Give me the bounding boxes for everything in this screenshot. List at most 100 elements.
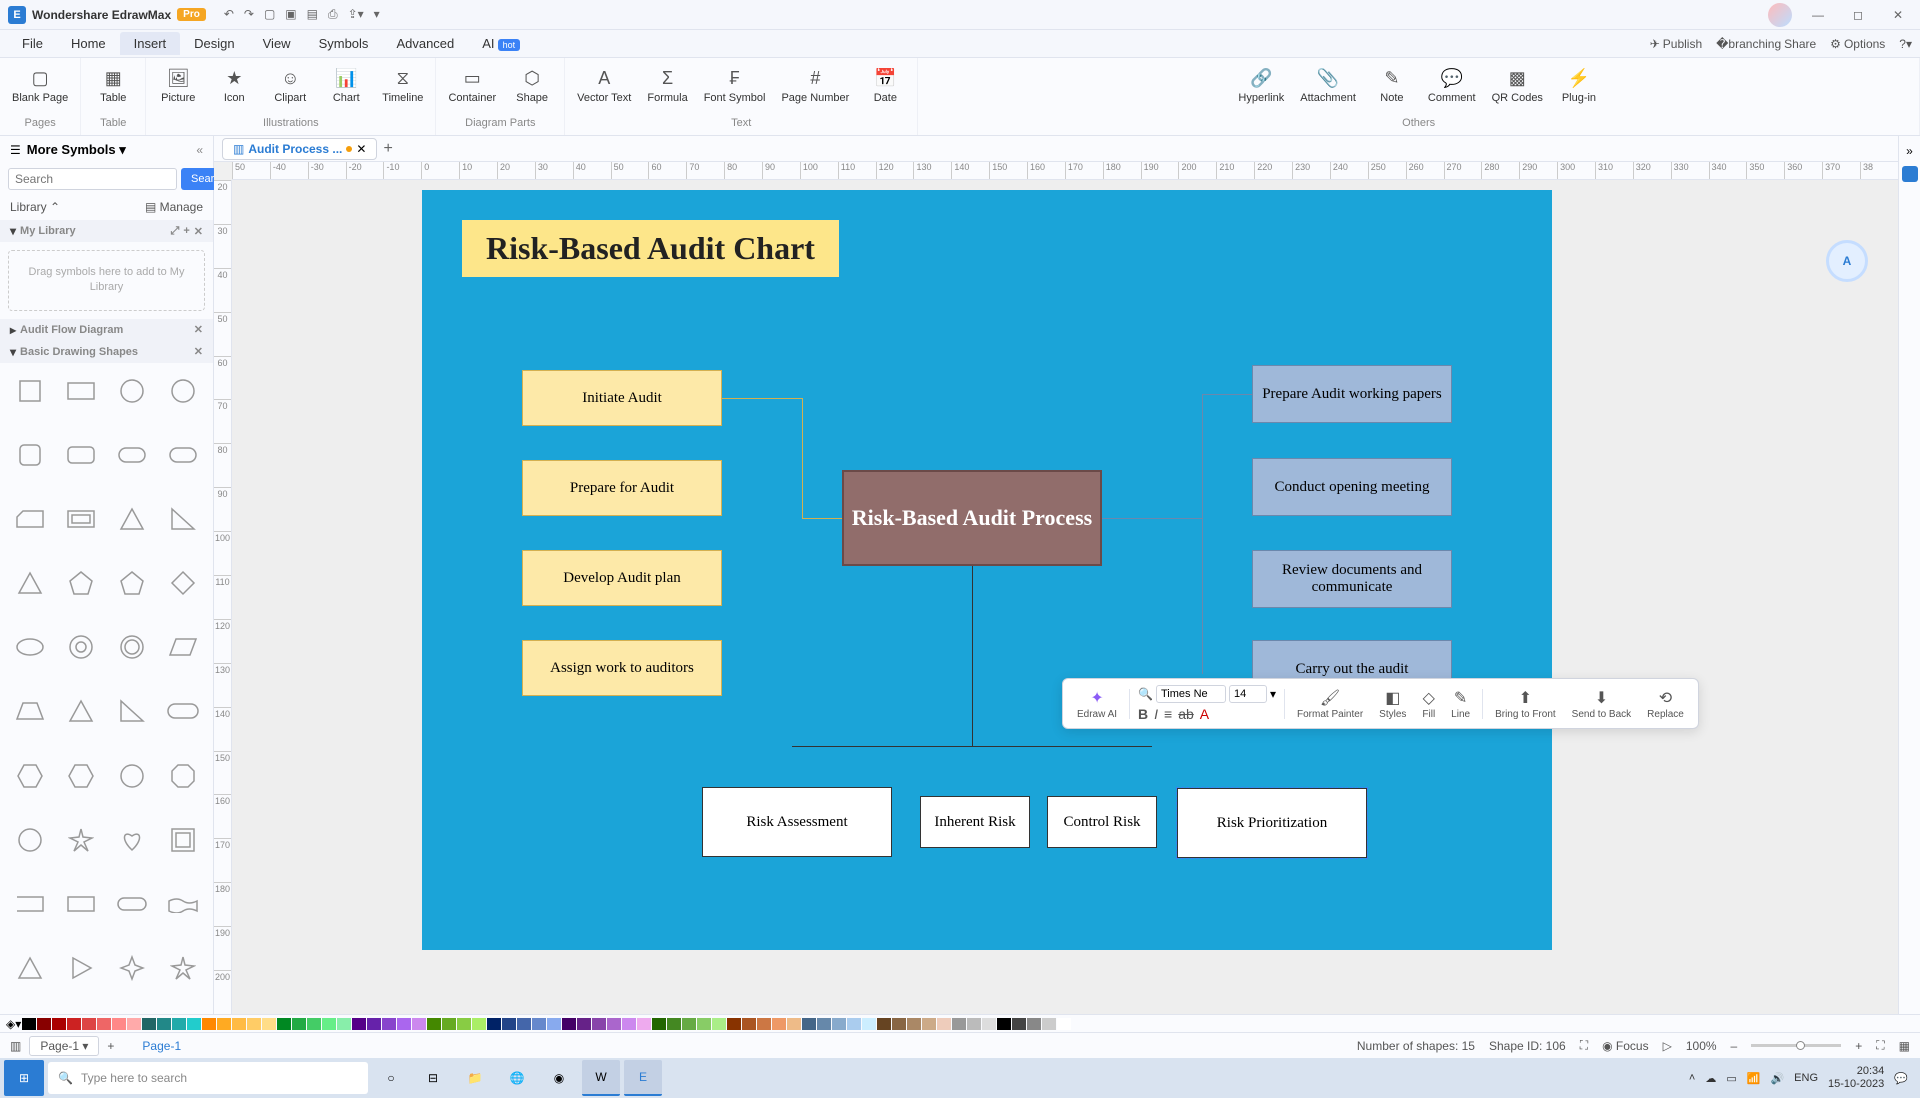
box-inherent[interactable]: Inherent Risk <box>920 796 1030 848</box>
manage-link[interactable]: ▤ Manage <box>145 200 203 214</box>
color-swatch[interactable] <box>757 1018 771 1030</box>
format-painter-button[interactable]: 🖌Format Painter <box>1293 686 1367 722</box>
shape-roundrect2[interactable] <box>59 435 104 475</box>
color-swatch[interactable] <box>1042 1018 1056 1030</box>
tab-close-icon[interactable]: ✕ <box>356 142 366 156</box>
task-chrome-icon[interactable]: ◉ <box>540 1060 578 1096</box>
shape-parallelogram[interactable] <box>160 627 205 667</box>
collapse-sidebar-icon[interactable]: « <box>196 143 203 157</box>
focus-button[interactable]: ◉ Focus <box>1602 1039 1649 1053</box>
tray-notifications-icon[interactable]: 💬 <box>1894 1072 1908 1085</box>
color-swatch[interactable] <box>172 1018 186 1030</box>
box-control[interactable]: Control Risk <box>1047 796 1157 848</box>
menu-view[interactable]: View <box>249 32 305 55</box>
box-center[interactable]: Risk-Based Audit Process <box>842 470 1102 566</box>
color-swatch[interactable] <box>577 1018 591 1030</box>
page-background[interactable]: Risk-Based Audit Chart Initiate Audit Pr… <box>422 190 1552 950</box>
color-swatch[interactable] <box>442 1018 456 1030</box>
color-swatch[interactable] <box>517 1018 531 1030</box>
line-button[interactable]: ✎Line <box>1447 686 1474 722</box>
symbol-search-input[interactable] <box>8 168 177 190</box>
color-swatch[interactable] <box>847 1018 861 1030</box>
strike-button[interactable]: ab <box>1178 706 1194 722</box>
shape-circle2[interactable] <box>160 371 205 411</box>
styles-button[interactable]: ◧Styles <box>1375 686 1410 722</box>
undo-button[interactable]: ↶ <box>224 7 234 22</box>
publish-button[interactable]: ✈ Publish <box>1650 37 1702 51</box>
task-cortana-icon[interactable]: ○ <box>372 1060 410 1096</box>
box-initiate[interactable]: Initiate Audit <box>522 370 722 426</box>
color-swatch[interactable] <box>397 1018 411 1030</box>
color-swatch[interactable] <box>202 1018 216 1030</box>
box-papers[interactable]: Prepare Audit working papers <box>1252 365 1452 423</box>
color-swatch[interactable] <box>817 1018 831 1030</box>
basic-shapes-header[interactable]: ▾ Basic Drawing Shapes ✕ <box>0 341 213 363</box>
shape-donut2[interactable] <box>110 627 155 667</box>
color-swatch[interactable] <box>892 1018 906 1030</box>
font-search-icon[interactable]: 🔍 <box>1138 687 1153 701</box>
rail-collapse-icon[interactable]: » <box>1906 144 1913 158</box>
color-swatch[interactable] <box>487 1018 501 1030</box>
font-symbol-button[interactable]: ₣Font Symbol <box>704 66 766 104</box>
close-button[interactable]: ✕ <box>1884 8 1912 22</box>
qat-more-icon[interactable]: ▾ <box>374 7 380 22</box>
shape-triangle[interactable] <box>110 499 155 539</box>
shape-pill[interactable] <box>110 435 155 475</box>
page-tab-1[interactable]: Page-1 ▾ <box>29 1036 99 1056</box>
color-swatch[interactable] <box>412 1018 426 1030</box>
menu-home[interactable]: Home <box>57 32 120 55</box>
shape-hex[interactable] <box>8 756 53 796</box>
color-swatch[interactable] <box>187 1018 201 1030</box>
blank-page-button[interactable]: ▢Blank Page <box>12 66 68 104</box>
maximize-button[interactable]: ◻ <box>1844 8 1872 22</box>
shape-rtriangle[interactable] <box>160 499 205 539</box>
shape-wave[interactable] <box>160 884 205 924</box>
box-review[interactable]: Review documents and communicate <box>1252 550 1452 608</box>
pages-list-icon[interactable]: ▥ <box>10 1039 21 1053</box>
color-swatch[interactable] <box>712 1018 726 1030</box>
comment-button[interactable]: 💬Comment <box>1428 66 1476 104</box>
shape-snip[interactable] <box>8 499 53 539</box>
shape-tri3[interactable] <box>59 691 104 731</box>
color-swatch[interactable] <box>967 1018 981 1030</box>
section-close-icon[interactable]: ✕ <box>194 345 203 358</box>
color-swatch[interactable] <box>802 1018 816 1030</box>
box-assign[interactable]: Assign work to auditors <box>522 640 722 696</box>
box-develop[interactable]: Develop Audit plan <box>522 550 722 606</box>
color-swatch[interactable] <box>562 1018 576 1030</box>
color-swatch[interactable] <box>787 1018 801 1030</box>
color-swatch[interactable] <box>682 1018 696 1030</box>
task-word-icon[interactable]: W <box>582 1060 620 1096</box>
fullscreen-icon[interactable]: ⛶ <box>1876 1038 1884 1053</box>
ai-fab-button[interactable]: A <box>1826 240 1868 282</box>
shape-star4[interactable] <box>110 948 155 988</box>
color-swatch[interactable] <box>277 1018 291 1030</box>
task-edraw-icon[interactable]: E <box>624 1060 662 1096</box>
zoom-in-button[interactable]: – <box>1731 1039 1738 1053</box>
taskbar-search[interactable]: 🔍 Type here to search <box>48 1062 368 1094</box>
color-swatch[interactable] <box>862 1018 876 1030</box>
color-swatch[interactable] <box>547 1018 561 1030</box>
task-edge-icon[interactable]: 🌐 <box>498 1060 536 1096</box>
font-color-button[interactable]: A <box>1200 706 1209 722</box>
lib-expand-icon[interactable]: ⤢ <box>171 225 180 238</box>
shape-triangle2[interactable] <box>8 563 53 603</box>
help-button[interactable]: ?▾ <box>1899 37 1912 51</box>
color-swatch[interactable] <box>457 1018 471 1030</box>
grid-icon[interactable]: ▦ <box>1899 1039 1910 1053</box>
note-button[interactable]: ✎Note <box>1372 66 1412 104</box>
qat-save-icon[interactable]: ▤ <box>307 7 318 22</box>
table-button[interactable]: ▦Table <box>93 66 133 104</box>
color-swatch[interactable] <box>637 1018 651 1030</box>
color-swatch[interactable] <box>877 1018 891 1030</box>
rail-style-icon[interactable] <box>1902 166 1918 182</box>
attachment-button[interactable]: 📎Attachment <box>1300 66 1356 104</box>
color-swatch[interactable] <box>127 1018 141 1030</box>
menu-symbols[interactable]: Symbols <box>305 32 383 55</box>
plugin-button[interactable]: ⚡Plug-in <box>1559 66 1599 104</box>
color-swatch[interactable] <box>472 1018 486 1030</box>
shape-square[interactable] <box>8 371 53 411</box>
audit-flow-header[interactable]: ▸ Audit Flow Diagram ✕ <box>0 319 213 341</box>
color-swatch[interactable] <box>532 1018 546 1030</box>
shape-hept[interactable] <box>110 756 155 796</box>
